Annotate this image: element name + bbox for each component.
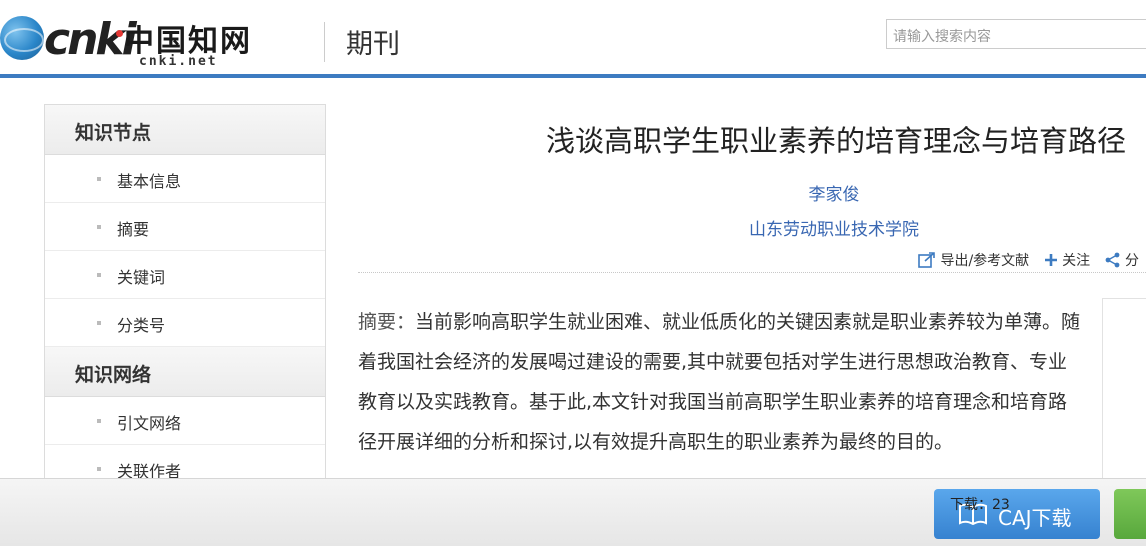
article-title: 浅谈高职学生职业素养的培育理念与培育路径 <box>545 124 1126 158</box>
sidebar: 知识节点 基本信息 摘要 关键词 分类号 知识网络 引文网络 关联作者 <box>44 104 326 504</box>
follow-button[interactable]: 关注 <box>1044 250 1090 270</box>
search-input[interactable]: 请输入搜索内容 <box>886 19 1146 49</box>
cnki-logo[interactable]: cnki 中国知网 cnki.net <box>0 8 260 72</box>
dotted-divider <box>358 272 1146 273</box>
export-button[interactable]: 导出/参考文献 <box>918 250 1029 270</box>
sidebar-item-citation-network[interactable]: 引文网络 <box>45 397 325 445</box>
abstract-text: 当前影响高职学生就业困难、就业低质化的关键因素就是职业素养较为单薄。随着我国社会… <box>358 311 1081 453</box>
follow-label: 关注 <box>1062 253 1091 269</box>
sidebar-item-basic-info[interactable]: 基本信息 <box>45 155 325 203</box>
article-actions: 导出/参考文献 关注 分 <box>918 250 1146 272</box>
export-label: 导出/参考文献 <box>940 253 1030 269</box>
logo-cnki-text: cnki <box>44 14 137 65</box>
globe-icon <box>0 16 44 60</box>
header-divider <box>324 22 325 62</box>
download-count: 下载：23 <box>950 497 1010 513</box>
sidebar-heading-knowledge-nodes: 知识节点 <box>45 105 325 155</box>
sidebar-item-classification[interactable]: 分类号 <box>45 299 325 347</box>
section-title: 期刊 <box>346 29 400 60</box>
abstract-label: 摘要： <box>358 311 416 333</box>
plus-icon <box>1044 254 1057 266</box>
sidebar-item-keywords[interactable]: 关键词 <box>45 251 325 299</box>
institution-link[interactable]: 山东劳动职业技术学院 <box>360 215 1146 240</box>
sidebar-heading-knowledge-network: 知识网络 <box>45 347 325 397</box>
pdf-download-button[interactable] <box>1114 489 1146 539</box>
logo-domain-text: cnki.net <box>139 54 218 69</box>
logo-dot-icon <box>116 30 123 37</box>
abstract: 摘要：当前影响高职学生就业困难、就业低质化的关键因素就是职业素养较为单薄。随着我… <box>358 302 1086 462</box>
share-button[interactable]: 分 <box>1105 250 1139 270</box>
sidebar-item-abstract[interactable]: 摘要 <box>45 203 325 251</box>
header: cnki 中国知网 cnki.net 期刊 请输入搜索内容 <box>0 0 1146 76</box>
export-icon <box>918 252 935 268</box>
share-icon <box>1105 252 1119 268</box>
share-label: 分 <box>1124 253 1139 269</box>
author-link[interactable]: 李家俊 <box>360 180 1146 205</box>
right-panel <box>1102 298 1146 498</box>
header-accent-line <box>0 74 1146 78</box>
